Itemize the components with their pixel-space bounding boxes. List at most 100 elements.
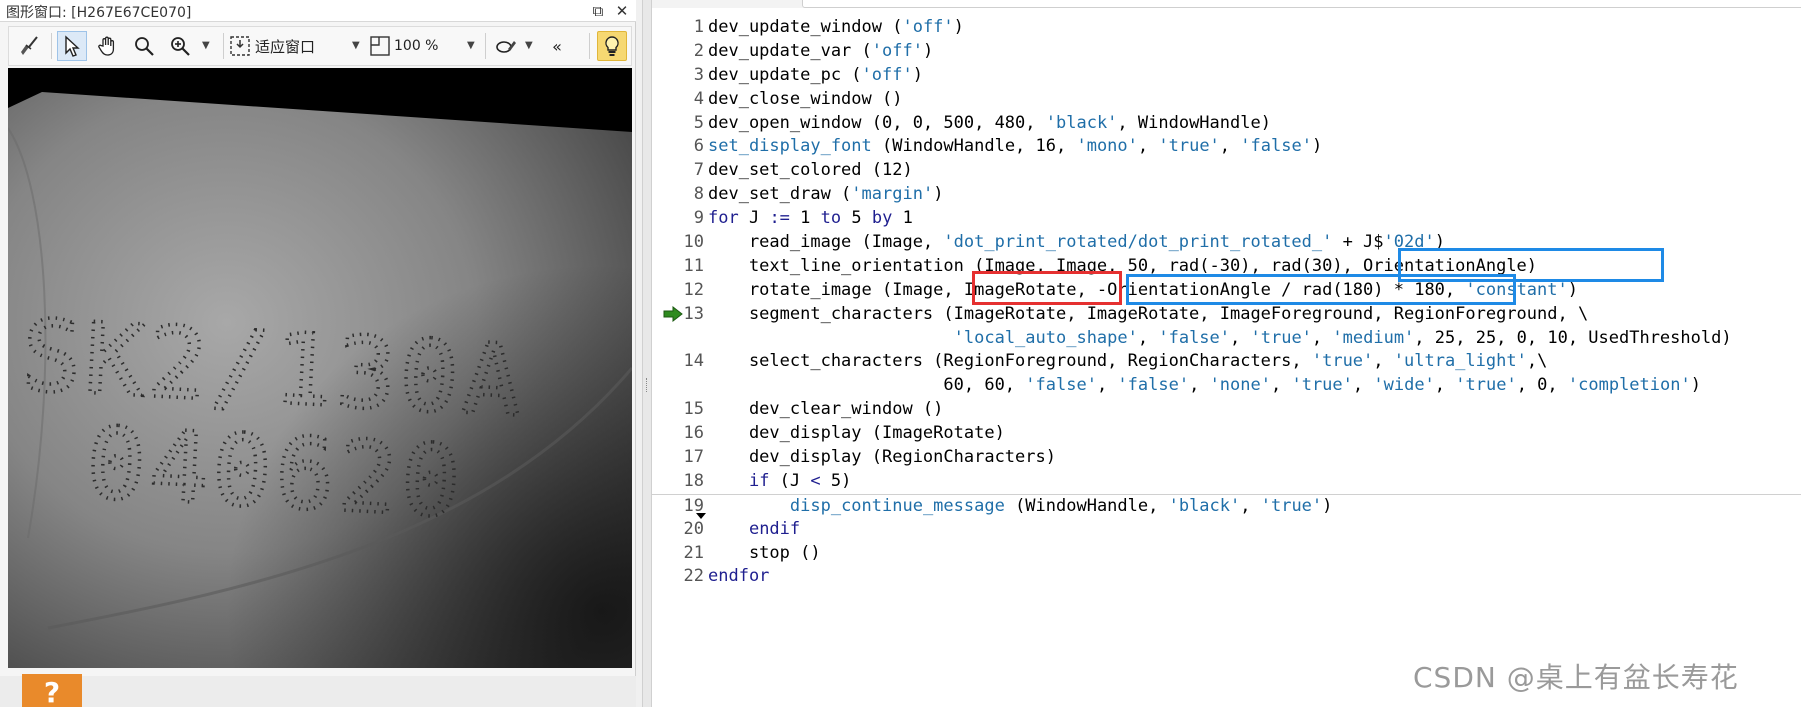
toolbar-separator	[51, 33, 52, 59]
toolbar-overflow-icon[interactable]: «	[547, 31, 567, 61]
code-text[interactable]: set_display_font (WindowHandle, 16, 'mon…	[708, 135, 1322, 159]
code-text[interactable]: select_characters (RegionForeground, Reg…	[708, 350, 1547, 374]
code-line[interactable]: 60, 60, 'false', 'false', 'none', 'true'…	[652, 374, 1801, 398]
graphics-window-bottom-strip	[0, 676, 636, 707]
clear-broom-icon[interactable]	[15, 31, 45, 61]
line-number[interactable]: 5	[652, 112, 704, 136]
line-number[interactable]: 20	[652, 518, 704, 542]
line-number[interactable]: 21	[652, 542, 704, 566]
magnifier-icon[interactable]	[129, 31, 159, 61]
line-number[interactable]: 9	[652, 207, 704, 231]
toolbar-separator	[589, 33, 590, 59]
code-line[interactable]: 18 if (J < 5)	[652, 470, 1801, 494]
fit-dropdown-chevron-icon[interactable]: ▼	[352, 31, 360, 61]
restore-window-icon[interactable]: ⧉	[588, 1, 608, 21]
pan-hand-icon[interactable]	[93, 31, 123, 61]
code-line[interactable]: 21 stop ()	[652, 542, 1801, 566]
code-line[interactable]: 2 dev_update_var ('off')	[652, 40, 1801, 64]
code-line[interactable]: 8 dev_set_draw ('margin')	[652, 183, 1801, 207]
zoom-level-chevron-icon[interactable]: ▼	[467, 31, 475, 61]
splitter-grip-icon	[646, 378, 648, 392]
draw-dropdown-chevron-icon[interactable]: ▼	[525, 31, 533, 61]
code-line[interactable]: 20 endif	[652, 518, 1801, 542]
code-text[interactable]: stop ()	[708, 542, 821, 566]
line-number[interactable]: 7	[652, 159, 704, 183]
line-number[interactable]: 1	[652, 16, 704, 40]
line-number[interactable]: 4	[652, 88, 704, 112]
code-line[interactable]: 3 dev_update_pc ('off')	[652, 64, 1801, 88]
editor-tab-bar[interactable]	[802, 0, 1801, 8]
fit-window-icon	[230, 36, 250, 56]
code-text[interactable]: disp_continue_message (WindowHandle, 'bl…	[708, 495, 1333, 519]
code-text[interactable]: endif	[708, 518, 800, 542]
dot-print-line-2: 040620	[84, 407, 467, 541]
pointer-tool-icon[interactable]	[57, 31, 87, 61]
code-text[interactable]: dev_update_window ('off')	[708, 16, 964, 40]
rotated-dot-print-image: SK2/130A 040620	[8, 92, 632, 668]
code-text[interactable]: dev_set_colored (12)	[708, 159, 913, 183]
code-line[interactable]: 19 disp_continue_message (WindowHandle, …	[652, 493, 1801, 519]
line-number[interactable]: 14	[652, 350, 704, 374]
help-question-icon[interactable]: ?	[22, 674, 82, 707]
line-number[interactable]: 17	[652, 446, 704, 470]
line-number[interactable]: 10	[652, 231, 704, 255]
line-number[interactable]: 3	[652, 64, 704, 88]
code-text[interactable]: if (J < 5)	[708, 470, 851, 494]
line-number[interactable]: 2	[652, 40, 704, 64]
code-text[interactable]: dev_close_window ()	[708, 88, 902, 112]
code-text[interactable]: dev_set_draw ('margin')	[708, 183, 943, 207]
toolbar-separator	[485, 33, 486, 59]
code-line[interactable]: 7 dev_set_colored (12)	[652, 159, 1801, 183]
line-number[interactable]: 12	[652, 279, 704, 303]
close-window-icon[interactable]: ✕	[612, 1, 632, 21]
image-canvas[interactable]: SK2/130A 040620	[8, 68, 632, 668]
graphics-window-titlebar[interactable]: 图形窗口: [H267E67CE070] ⧉ ✕	[0, 0, 636, 22]
code-text[interactable]: dev_update_pc ('off')	[708, 64, 923, 88]
code-text[interactable]: dev_update_var ('off')	[708, 40, 933, 64]
graphics-toolbar: ▼ 适应窗口 ▼ 100 % ▼ ▼ «	[8, 26, 632, 66]
line-number[interactable]: 15	[652, 398, 704, 422]
code-text[interactable]: for J := 1 to 5 by 1	[708, 207, 913, 231]
code-line[interactable]: 16 dev_display (ImageRotate)	[652, 422, 1801, 446]
code-line[interactable]: 'local_auto_shape', 'false', 'true', 'me…	[652, 327, 1801, 351]
line-number[interactable]: 8	[652, 183, 704, 207]
code-text[interactable]: 'local_auto_shape', 'false', 'true', 'me…	[708, 327, 1732, 351]
highlight-rotation-expression	[1126, 274, 1516, 305]
code-text[interactable]: dev_clear_window ()	[708, 398, 943, 422]
pane-splitter[interactable]	[642, 0, 652, 707]
code-line[interactable]: 5 dev_open_window (0, 0, 500, 480, 'black…	[652, 112, 1801, 136]
zoom-level-selector[interactable]: 100 %	[369, 31, 469, 61]
line-number[interactable]: 11	[652, 255, 704, 279]
fit-window-label: 适应窗口	[255, 37, 316, 56]
code-text[interactable]: dev_display (ImageRotate)	[708, 422, 1005, 446]
code-line[interactable]: 1 dev_update_window ('off')	[652, 16, 1801, 40]
code-line[interactable]: 17 dev_display (RegionCharacters)	[652, 446, 1801, 470]
zoom-in-icon[interactable]	[165, 31, 195, 61]
code-line[interactable]: 22 endfor	[652, 565, 1801, 589]
code-text[interactable]: read_image (Image, 'dot_print_rotated/do…	[708, 231, 1445, 255]
line-number[interactable]: 16	[652, 422, 704, 446]
code-line[interactable]: 14 select_characters (RegionForeground, …	[652, 350, 1801, 374]
line-number[interactable]: 22	[652, 565, 704, 589]
code-line[interactable]: 9 for J := 1 to 5 by 1	[652, 207, 1801, 231]
code-text[interactable]: segment_characters (ImageRotate, ImageRo…	[708, 303, 1588, 327]
code-line[interactable]: 6 set_display_font (WindowHandle, 16, 'mo…	[652, 135, 1801, 159]
lightbulb-icon[interactable]	[597, 31, 627, 61]
csdn-watermark: CSDN @桌上有盆长寿花	[1413, 661, 1739, 694]
graphics-window: 图形窗口: [H267E67CE070] ⧉ ✕ ▼ 适应窗口 ▼ 100 % …	[0, 0, 636, 676]
code-text[interactable]: dev_open_window (0, 0, 500, 480, 'black'…	[708, 112, 1271, 136]
code-text[interactable]: dev_display (RegionCharacters)	[708, 446, 1056, 470]
toolbar-separator	[223, 33, 224, 59]
zoom-dropdown-chevron-icon[interactable]: ▼	[202, 31, 210, 61]
program-editor[interactable]: 1 dev_update_window ('off') 2 dev_update_va…	[652, 0, 1801, 707]
line-number[interactable]: 18	[652, 470, 704, 494]
code-text[interactable]: endfor	[708, 565, 769, 589]
code-text[interactable]: 60, 60, 'false', 'false', 'none', 'true'…	[708, 374, 1701, 398]
line-number[interactable]: 6	[652, 135, 704, 159]
fit-window-button[interactable]: 适应窗口	[229, 31, 339, 61]
code-line[interactable]: 15 dev_clear_window ()	[652, 398, 1801, 422]
highlight-image-rotate	[972, 271, 1122, 305]
code-line[interactable]: 4 dev_close_window ()	[652, 88, 1801, 112]
code-line[interactable]: 13 segment_characters (ImageRotate, Imag…	[652, 303, 1801, 327]
draw-region-icon[interactable]	[491, 31, 521, 61]
